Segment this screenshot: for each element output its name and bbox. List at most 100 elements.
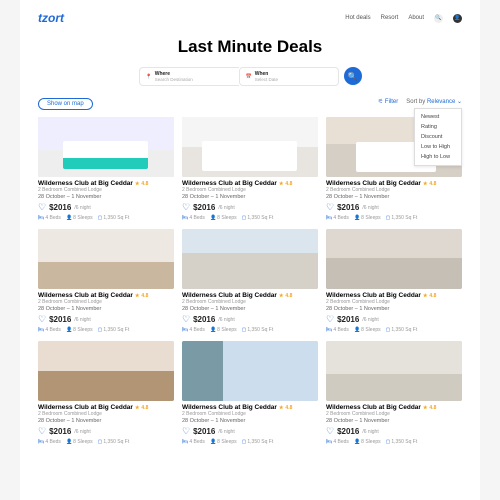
listing-title: Wilderness Club at Big Ceddar ★4.8	[38, 180, 174, 187]
listing-meta: 🛏 4 Beds 👤 8 Sleeps ▢ 1,350 Sq Ft	[326, 215, 462, 221]
filter-icon: ⚟	[378, 99, 383, 105]
listing-price: $2016	[337, 203, 359, 212]
listing-meta: 🛏 4 Beds 👤 8 Sleeps ▢ 1,350 Sq Ft	[326, 439, 462, 445]
listing-title: Wilderness Club at Big Ceddar ★4.8	[182, 292, 318, 299]
listing-subtitle: 2 Bedroom Combined Lodge	[182, 299, 318, 305]
listing-price-unit: /6 night	[362, 205, 378, 211]
listing-title: Wilderness Club at Big Ceddar ★4.8	[326, 404, 462, 411]
person-icon: 👤	[210, 327, 216, 333]
listing-meta: 🛏 4 Beds 👤 8 Sleeps ▢ 1,350 Sq Ft	[182, 439, 318, 445]
sort-option-discount[interactable]: Discount	[415, 132, 461, 142]
listing-title: Wilderness Club at Big Ceddar ★4.8	[182, 180, 318, 187]
sort-option-rating[interactable]: Rating	[415, 122, 461, 132]
favorite-button[interactable]: ♡	[326, 202, 334, 213]
user-icon[interactable]: 👤	[453, 14, 462, 23]
filter-button[interactable]: ⚟ Filter	[378, 98, 398, 105]
listing-price-unit: /6 night	[74, 317, 90, 323]
listing-card[interactable]: Wilderness Club at Big Ceddar ★4.8 2 Bed…	[38, 229, 174, 333]
listing-meta: 🛏 4 Beds 👤 8 Sleeps ▢ 1,350 Sq Ft	[38, 215, 174, 221]
sort-option-newest[interactable]: Newest	[415, 112, 461, 122]
chevron-down-icon: ⌄	[457, 99, 462, 105]
listing-price: $2016	[193, 315, 215, 324]
nav-about[interactable]: About	[408, 15, 424, 21]
listing-subtitle: 2 Bedroom Combined Lodge	[326, 187, 462, 193]
star-icon: ★	[135, 293, 139, 299]
listing-card[interactable]: Wilderness Club at Big Ceddar ★4.8 2 Bed…	[38, 341, 174, 445]
favorite-button[interactable]: ♡	[326, 314, 334, 325]
favorite-button[interactable]: ♡	[326, 426, 334, 437]
listing-rating: 4.8	[141, 405, 148, 411]
star-icon: ★	[135, 405, 139, 411]
listing-meta: 🛏 4 Beds 👤 8 Sleeps ▢ 1,350 Sq Ft	[38, 439, 174, 445]
listing-card[interactable]: Wilderness Club at Big Ceddar ★4.8 2 Bed…	[326, 229, 462, 333]
listing-title: Wilderness Club at Big Ceddar ★4.8	[38, 404, 174, 411]
listing-card[interactable]: Wilderness Club at Big Ceddar ★4.8 2 Bed…	[182, 341, 318, 445]
show-on-map-button[interactable]: Show on map	[38, 98, 93, 110]
favorite-button[interactable]: ♡	[38, 426, 46, 437]
listing-rating: 4.8	[285, 405, 292, 411]
brand-logo[interactable]: tzort	[38, 11, 64, 25]
bed-icon: 🛏	[326, 215, 332, 221]
listing-price: $2016	[49, 203, 71, 212]
area-icon: ▢	[386, 439, 391, 445]
bed-icon: 🛏	[182, 327, 188, 333]
star-icon: ★	[423, 181, 427, 187]
location-icon: 📍	[146, 74, 152, 80]
where-input[interactable]: 📍 Where Search Destination	[139, 67, 239, 86]
bed-icon: 🛏	[182, 439, 188, 445]
area-icon: ▢	[386, 215, 391, 221]
listing-subtitle: 2 Bedroom Combined Lodge	[326, 299, 462, 305]
listing-rating: 4.8	[429, 405, 436, 411]
nav-hot-deals[interactable]: Hot deals	[345, 15, 370, 21]
listing-rating: 4.8	[141, 181, 148, 187]
listing-dates: 28 October – 1 November	[326, 194, 462, 200]
bed-icon: 🛏	[182, 215, 188, 221]
calendar-icon: 📅	[246, 74, 252, 80]
listing-card[interactable]: Wilderness Club at Big Ceddar ★4.8 2 Bed…	[182, 229, 318, 333]
listing-subtitle: 2 Bedroom Combined Lodge	[326, 411, 462, 417]
listing-dates: 28 October – 1 November	[38, 306, 174, 312]
sort-option-low-high[interactable]: Low to High	[415, 142, 461, 152]
page-title: Last Minute Deals	[38, 37, 462, 57]
listing-dates: 28 October – 1 November	[38, 194, 174, 200]
listing-price-unit: /6 night	[362, 429, 378, 435]
listing-card[interactable]: Wilderness Club at Big Ceddar ★4.8 2 Bed…	[326, 341, 462, 445]
listing-dates: 28 October – 1 November	[326, 418, 462, 424]
area-icon: ▢	[242, 439, 247, 445]
star-icon: ★	[279, 405, 283, 411]
listing-image	[182, 229, 318, 289]
listing-card[interactable]: Wilderness Club at Big Ceddar ★4.8 2 Bed…	[182, 117, 318, 221]
favorite-button[interactable]: ♡	[38, 202, 46, 213]
listing-meta: 🛏 4 Beds 👤 8 Sleeps ▢ 1,350 Sq Ft	[38, 327, 174, 333]
search-bar: 📍 Where Search Destination 📅 When Select…	[38, 67, 462, 86]
listing-price: $2016	[49, 427, 71, 436]
star-icon: ★	[135, 181, 139, 187]
sort-option-high-low[interactable]: High to Low	[415, 152, 461, 162]
bed-icon: 🛏	[38, 327, 44, 333]
favorite-button[interactable]: ♡	[182, 426, 190, 437]
listing-image	[38, 341, 174, 401]
listing-price-unit: /6 night	[74, 429, 90, 435]
favorite-button[interactable]: ♡	[38, 314, 46, 325]
listing-image	[182, 117, 318, 177]
sort-dropdown-trigger[interactable]: Sort by Relevance ⌄	[406, 98, 462, 105]
favorite-button[interactable]: ♡	[182, 202, 190, 213]
search-button[interactable]: 🔍	[344, 67, 362, 85]
area-icon: ▢	[98, 215, 103, 221]
listing-card[interactable]: Wilderness Club at Big Ceddar ★4.8 2 Bed…	[38, 117, 174, 221]
star-icon: ★	[279, 293, 283, 299]
search-icon[interactable]: 🔍	[434, 14, 443, 23]
when-input[interactable]: 📅 When Select Date	[239, 67, 339, 86]
listing-price-unit: /6 night	[218, 205, 234, 211]
nav-resort[interactable]: Resort	[381, 15, 399, 21]
listing-title: Wilderness Club at Big Ceddar ★4.8	[182, 404, 318, 411]
listing-image	[182, 341, 318, 401]
favorite-button[interactable]: ♡	[182, 314, 190, 325]
listing-subtitle: 2 Bedroom Combined Lodge	[38, 299, 174, 305]
listing-image	[38, 117, 174, 177]
listing-price: $2016	[49, 315, 71, 324]
listing-dates: 28 October – 1 November	[182, 306, 318, 312]
listing-dates: 28 October – 1 November	[38, 418, 174, 424]
listing-dates: 28 October – 1 November	[326, 306, 462, 312]
listing-title: Wilderness Club at Big Ceddar ★4.8	[326, 180, 462, 187]
